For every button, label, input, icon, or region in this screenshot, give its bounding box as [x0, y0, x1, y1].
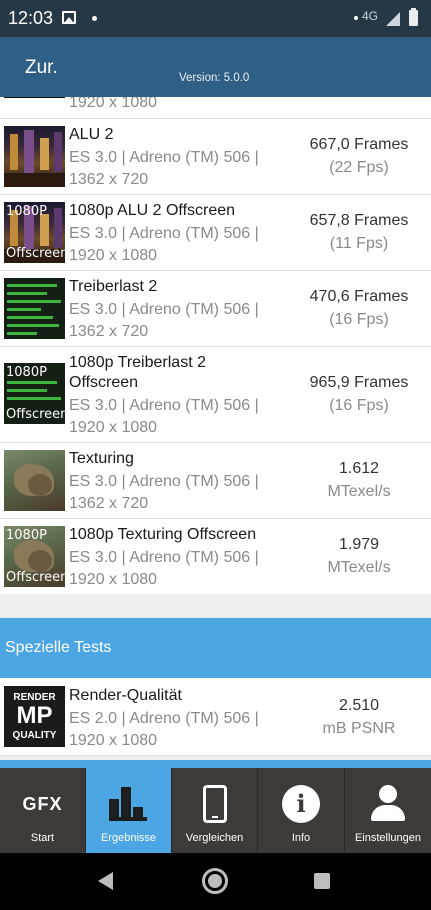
test-result-detail: (22 Fps) — [329, 159, 389, 176]
test-resolution: 1362 x 720 — [69, 323, 149, 340]
test-thumbnail — [4, 97, 65, 98]
nav-start[interactable]: GFX Start — [0, 768, 86, 853]
phone-icon — [203, 785, 227, 823]
section-header: Spezielle Tests — [0, 618, 431, 678]
test-result-detail: MTexel/s — [327, 559, 391, 576]
test-title: ALU 2 — [69, 126, 114, 143]
system-back-icon[interactable] — [98, 872, 113, 890]
list-item[interactable]: 1080P Offscreen 1080p ALU 2 Offscreen ES… — [0, 195, 431, 271]
test-api: ES 2.0 | Adreno (TM) 506 | — [69, 710, 259, 727]
app-bar: Zur. Version: 5.0.0 — [0, 37, 431, 97]
user-icon — [371, 785, 405, 823]
test-resolution: 1920 x 1080 — [69, 732, 158, 749]
test-api: ES 3.0 | Adreno (TM) 506 | — [69, 149, 259, 166]
test-title: Texturing — [69, 450, 134, 467]
signal-icon — [386, 12, 400, 26]
test-title-line2: Offscreen — [69, 374, 139, 391]
test-api: ES 3.0 | Adreno (TM) 506 | — [69, 225, 259, 242]
nav-ergebnisse[interactable]: Ergebnisse — [86, 768, 172, 853]
list-item[interactable]: 1080P Offscreen 1080p Texturing Offscree… — [0, 519, 431, 594]
nav-einstellungen[interactable]: Einstellungen — [345, 768, 431, 853]
bottom-navigation: GFX Start Ergebnisse Vergleichen i Info … — [0, 768, 431, 853]
network-type: 4G — [362, 9, 379, 23]
image-notification-icon — [62, 11, 76, 24]
test-thumbnail — [4, 450, 65, 511]
status-bar: 12:03 4G — [0, 0, 431, 37]
nav-label: Start — [30, 832, 55, 844]
test-title: 1080p Treiberlast 2 — [69, 354, 206, 371]
thumbnail-offscreen-tag: Offscreen — [6, 407, 65, 422]
list-item[interactable]: 1920 x 1080 — [0, 97, 431, 119]
section-title: Spezielle Tests — [5, 639, 112, 656]
test-result: 965,9 Frames — [309, 374, 409, 391]
thumbnail-quality-label: QUALITY — [12, 730, 57, 741]
test-resolution: 1362 x 720 — [69, 495, 149, 512]
test-api: ES 3.0 | Adreno (TM) 506 | — [69, 549, 259, 566]
system-navigation-bar — [0, 853, 431, 910]
bar-chart-icon — [109, 787, 149, 821]
test-resolution: 1920 x 1080 — [69, 247, 158, 264]
test-thumbnail — [4, 126, 65, 187]
nav-info[interactable]: i Info — [258, 768, 345, 853]
test-result-detail: (16 Fps) — [329, 311, 389, 328]
test-result: 470,6 Frames — [309, 288, 409, 305]
test-result: 2.510 — [338, 697, 380, 714]
back-button[interactable]: Zur. — [25, 57, 58, 79]
list-item[interactable]: 1080P Offscreen 1080p Treiberlast 2 Offs… — [0, 347, 431, 443]
nav-label: Info — [291, 832, 311, 844]
test-resolution: 1362 x 720 — [69, 171, 149, 188]
system-recents-icon[interactable] — [314, 873, 330, 889]
test-thumbnail: 1080P Offscreen — [4, 363, 65, 424]
test-api: ES 3.0 | Adreno (TM) 506 | — [69, 397, 259, 414]
test-thumbnail — [4, 278, 65, 339]
list-item[interactable]: ALU 2 ES 3.0 | Adreno (TM) 506 | 1362 x … — [0, 119, 431, 195]
gfx-logo-icon: GFX — [22, 794, 63, 814]
test-thumbnail: 1080P Offscreen — [4, 526, 65, 587]
thumbnail-resolution-tag: 1080P — [6, 204, 47, 219]
battery-icon — [409, 8, 418, 26]
test-result: 657,8 Frames — [309, 212, 409, 229]
nav-label: Einstellungen — [354, 832, 422, 844]
test-thumbnail: 1080P Offscreen — [4, 202, 65, 263]
info-icon: i — [282, 785, 320, 823]
test-api: ES 3.0 | Adreno (TM) 506 | — [69, 301, 259, 318]
test-resolution: 1920 x 1080 — [69, 571, 158, 588]
test-result: 1.612 — [338, 460, 380, 477]
nav-label: Ergebnisse — [100, 832, 157, 844]
test-result-detail: mB PSNR — [322, 720, 396, 737]
test-api: ES 3.0 | Adreno (TM) 506 | — [69, 473, 259, 490]
thumbnail-offscreen-tag: Offscreen — [6, 570, 65, 585]
nav-label: Vergleichen — [185, 832, 244, 844]
test-result-detail: (16 Fps) — [329, 397, 389, 414]
test-resolution: 1920 x 1080 — [69, 97, 158, 111]
section-spacer — [0, 594, 431, 618]
test-resolution: 1920 x 1080 — [69, 419, 158, 436]
test-thumbnail: RENDER MP QUALITY — [4, 686, 65, 747]
list-item[interactable]: Treiberlast 2 ES 3.0 | Adreno (TM) 506 |… — [0, 271, 431, 347]
thumbnail-resolution-tag: 1080P — [6, 365, 47, 380]
test-title: 1080p Texturing Offscreen — [69, 526, 257, 543]
test-title: Render-Qualität — [69, 687, 182, 704]
thumbnail-offscreen-tag: Offscreen — [6, 246, 65, 261]
test-result-detail: MTexel/s — [327, 483, 391, 500]
thumbnail-resolution-tag: 1080P — [6, 528, 47, 543]
test-result-detail: (11 Fps) — [329, 235, 389, 252]
list-item[interactable]: RENDER MP QUALITY Render-Qualität ES 2.0… — [0, 678, 431, 756]
section-header-partial — [0, 760, 431, 768]
test-title: 1080p ALU 2 Offscreen — [69, 202, 236, 219]
test-title: Treiberlast 2 — [69, 278, 158, 295]
status-time: 12:03 — [8, 8, 54, 28]
list-item[interactable]: Texturing ES 3.0 | Adreno (TM) 506 | 136… — [0, 443, 431, 519]
thumbnail-mp-label: MP — [16, 702, 53, 729]
nav-vergleichen[interactable]: Vergleichen — [172, 768, 258, 853]
notification-dot-icon — [92, 16, 97, 21]
notification-dot-icon — [354, 16, 358, 20]
test-result: 667,0 Frames — [309, 136, 409, 153]
system-home-icon[interactable] — [202, 868, 228, 894]
version-label: Version: 5.0.0 — [179, 72, 250, 84]
results-list[interactable]: 1920 x 1080 ALU 2 ES 3.0 | Adreno (TM) 5… — [0, 97, 431, 768]
test-result: 1.979 — [338, 536, 380, 553]
